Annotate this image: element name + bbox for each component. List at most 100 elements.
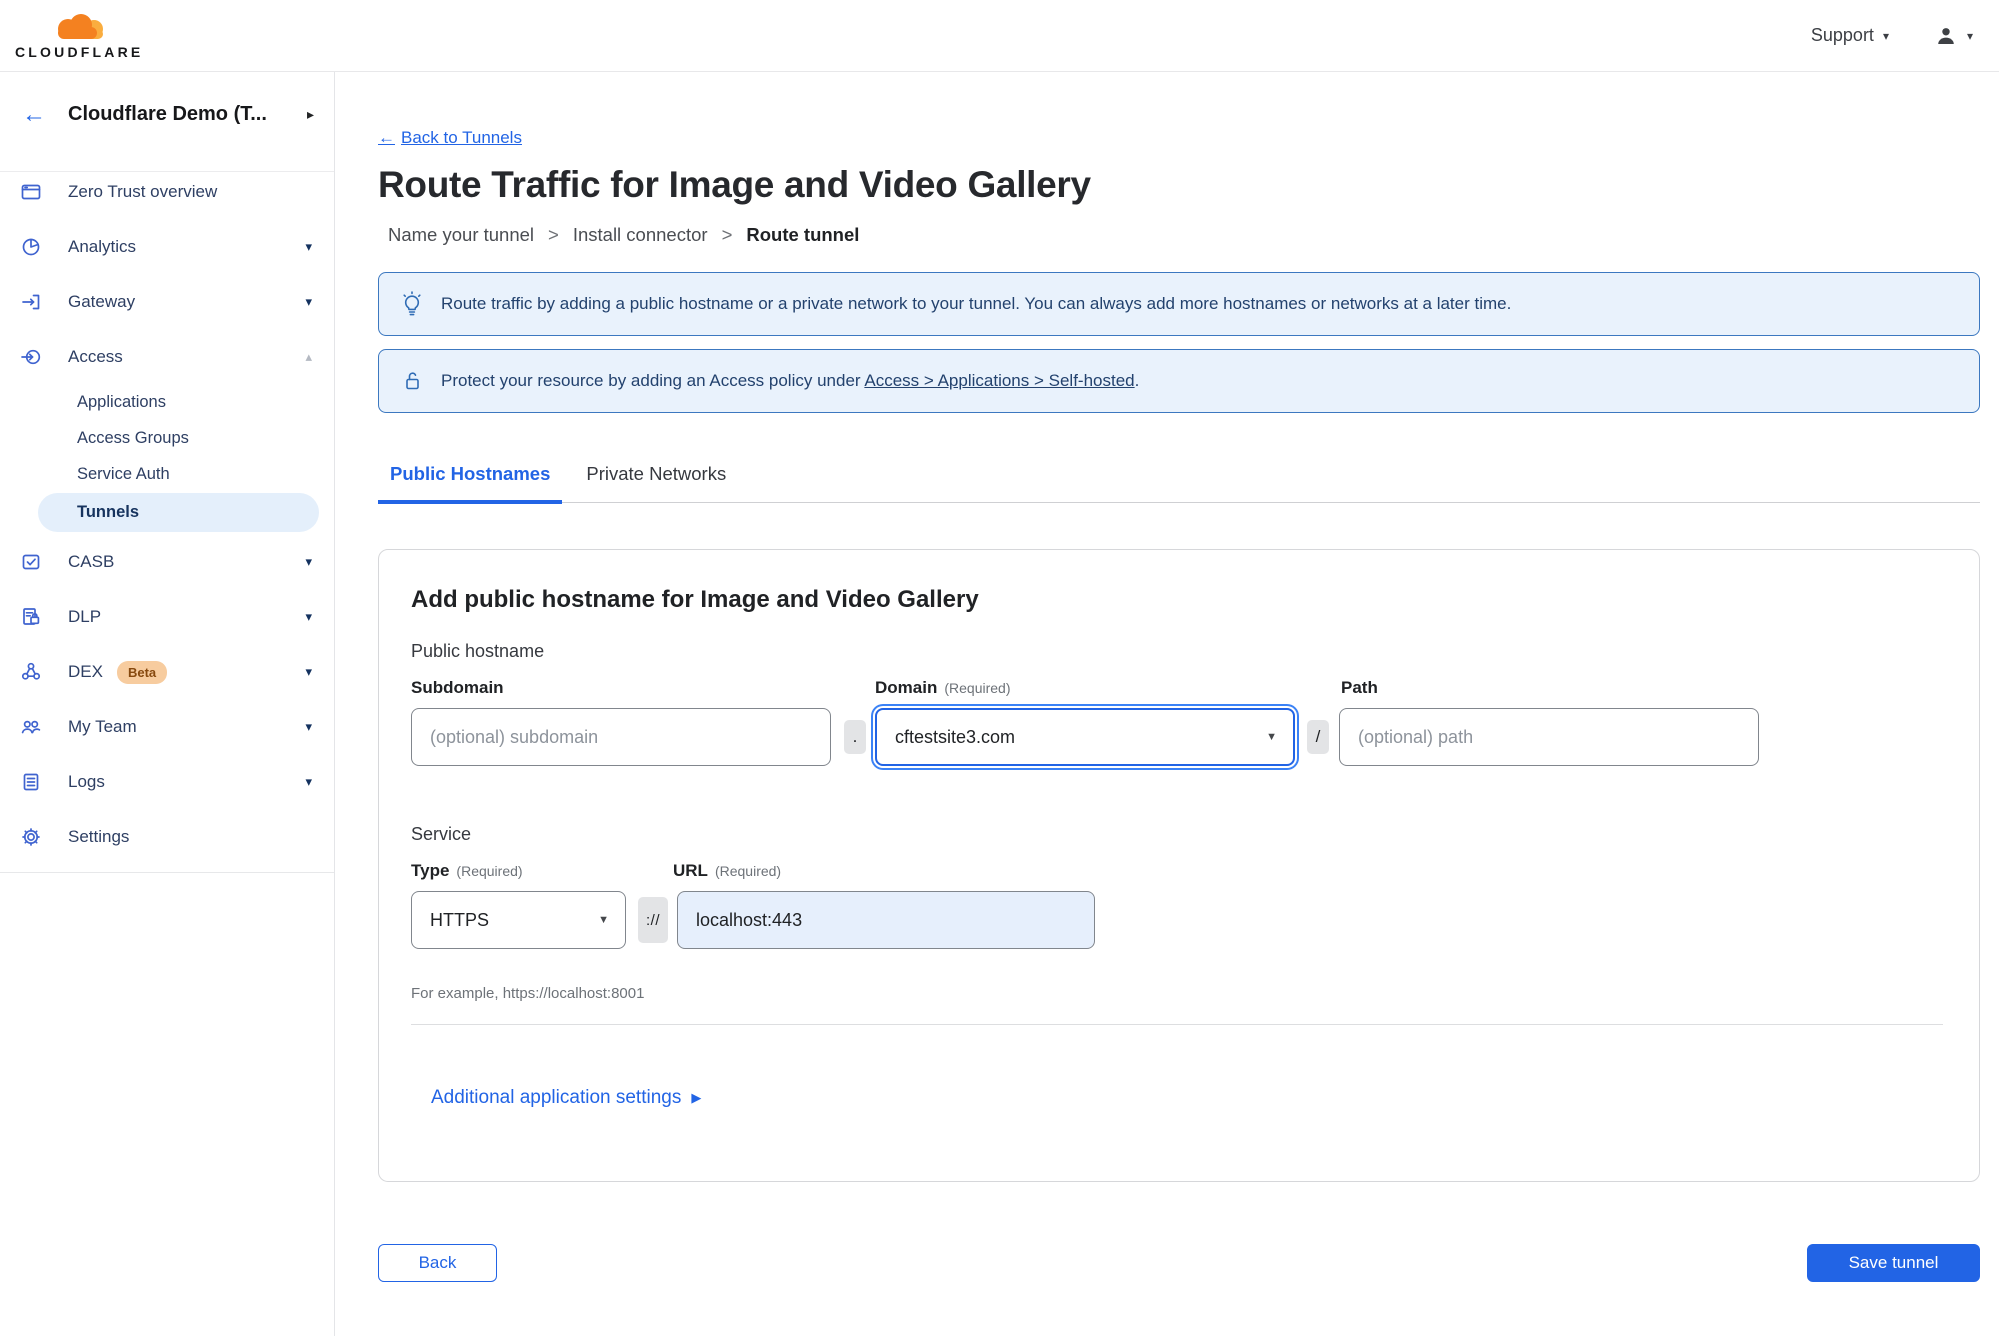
select-caret-icon: ▼ [598,914,609,926]
domain-required-tag: (Required) [944,680,1011,696]
route-tip-text: Route traffic by adding a public hostnam… [441,294,1512,313]
service-type-select[interactable]: HTTPS ▼ [411,891,626,949]
access-policy-banner: Protect your resource by adding an Acces… [378,349,1980,413]
save-tunnel-button[interactable]: Save tunnel [1807,1244,1980,1282]
sidebar-divider [0,872,334,873]
account-name[interactable]: Cloudflare Demo (T... [68,103,307,126]
chevron-down-icon: ▾ [1882,28,1889,43]
back-arrow-icon[interactable]: ← [22,102,46,127]
beta-badge: Beta [116,660,168,684]
window-icon [20,181,42,203]
back-button[interactable]: Back [378,1244,497,1282]
select-caret-icon: ▼ [1266,731,1277,743]
sidebar-item-service-auth[interactable]: Service Auth [0,456,334,492]
sidebar-item-logs[interactable]: Logs ▾ [0,762,334,802]
hostname-tabs: Public Hostnames Private Networks [378,463,1980,504]
access-applications-self-hosted-link[interactable]: Access > Applications > Self-hosted [864,371,1134,390]
step-separator: > [548,224,559,245]
type-required-tag: (Required) [456,863,523,879]
wizard-footer: Back Save tunnel [378,1244,1980,1282]
chevron-down-icon: ▾ [1966,28,1973,43]
hostname-field-row: . cftestsite3.com ▼ / [411,708,1947,766]
service-type-value: HTTPS [430,909,490,930]
domain-label: Domain (Required) [875,678,1011,697]
back-to-tunnels-link[interactable]: ← Back to Tunnels [378,128,522,148]
lightbulb-icon [400,291,424,317]
url-required-tag: (Required) [714,863,782,879]
chevron-down-icon: ▾ [305,554,312,569]
url-example-text: For example, https://localhost:8001 [411,985,645,1002]
step-name-your-tunnel[interactable]: Name your tunnel [388,224,534,246]
chevron-down-icon: ▾ [305,294,312,309]
step-install-connector[interactable]: Install connector [573,224,708,246]
service-url-input[interactable] [677,891,1095,949]
chevron-down-icon: ▾ [305,719,312,734]
cloudflare-cloud-icon [58,14,104,39]
casb-check-icon [20,551,42,573]
add-public-hostname-card: Add public hostname for Image and Video … [378,549,1980,1182]
chevron-down-icon: ▾ [305,774,312,789]
team-icon [20,716,42,738]
subdomain-input[interactable] [411,708,831,766]
slash-separator: / [1307,720,1329,754]
sidebar-item-settings[interactable]: Settings [0,817,334,857]
user-icon [1938,27,1954,44]
service-field-row: HTTPS ▼ :// [411,891,1947,949]
chevron-up-icon: ▴ [305,349,312,364]
sidebar-item-applications[interactable]: Applications [0,384,334,420]
chevron-down-icon: ▾ [305,664,312,679]
step-route-tunnel: Route tunnel [746,224,860,245]
lock-icon [400,368,424,394]
support-label: Support [1810,25,1874,45]
access-icon [20,346,42,368]
sidebar-item-dex[interactable]: DEX Beta ▾ [0,652,334,692]
cloudflare-logo: CLOUDFLARE [15,12,143,59]
route-tip-banner: Route traffic by adding a public hostnam… [378,272,1980,336]
service-label: Service [411,824,472,844]
sidebar-item-casb[interactable]: CASB ▾ [0,542,334,582]
gateway-icon [20,291,42,313]
sidebar-item-dlp[interactable]: DLP ▾ [0,597,334,637]
sidebar-account-header: ← Cloudflare Demo (T... ▸ [0,72,334,172]
pie-chart-icon [20,236,42,258]
step-separator: > [721,224,733,245]
card-divider [411,1024,1943,1025]
public-hostname-label: Public hostname [411,641,545,661]
sidebar-item-tunnels[interactable]: Tunnels [38,493,319,532]
url-label: URL (Required) [673,861,782,880]
main-content: ← Back to Tunnels Route Traffic for Imag… [335,72,1999,1336]
chevron-down-icon: ▾ [305,609,312,624]
logs-document-icon [20,771,42,793]
dex-nodes-icon [20,661,42,683]
back-arrow-icon: ← [378,128,395,147]
card-heading: Add public hostname for Image and Video … [411,586,979,613]
wizard-steps: Name your tunnel > Install connector > R… [388,224,1980,246]
hostname-field-labels: Subdomain Domain (Required) Path [411,678,1947,700]
page-title: Route Traffic for Image and Video Galler… [378,164,1091,205]
access-sub-menu: Applications Access Groups Service Auth … [0,384,334,532]
sidebar-item-access-groups[interactable]: Access Groups [0,420,334,456]
domain-select[interactable]: cftestsite3.com ▼ [875,708,1295,766]
tab-public-hostnames[interactable]: Public Hostnames [378,463,563,504]
sidebar-item-analytics[interactable]: Analytics ▾ [0,227,334,267]
access-policy-text: Protect your resource by adding an Acces… [441,371,1140,390]
support-menu[interactable]: Support ▾ [1811,25,1889,46]
document-lock-icon [20,606,42,628]
brand-name: CLOUDFLARE [15,44,144,60]
sidebar-item-my-team[interactable]: My Team ▾ [0,707,334,747]
sidebar-item-gateway[interactable]: Gateway ▾ [0,282,334,322]
domain-selected-value: cftestsite3.com [895,726,1016,747]
tab-private-networks[interactable]: Private Networks [574,463,738,504]
gear-icon [20,826,42,848]
sidebar-item-zero-trust-overview[interactable]: Zero Trust overview [0,172,334,212]
chevron-right-icon: ▶ [691,1090,702,1105]
sidebar-item-access[interactable]: Access ▴ [0,337,334,377]
additional-settings-toggle[interactable]: Additional application settings ▶ [431,1087,701,1109]
chevron-down-icon: ▾ [305,239,312,254]
chevron-right-icon[interactable]: ▸ [307,106,314,123]
type-label: Type (Required) [411,861,523,880]
top-bar: CLOUDFLARE Support ▾ ▾ [0,0,1999,72]
path-input[interactable] [1339,708,1759,766]
sidebar-nav: Zero Trust overview Analytics ▾ Gateway … [0,172,334,873]
account-menu[interactable]: ▾ [1935,25,1973,47]
